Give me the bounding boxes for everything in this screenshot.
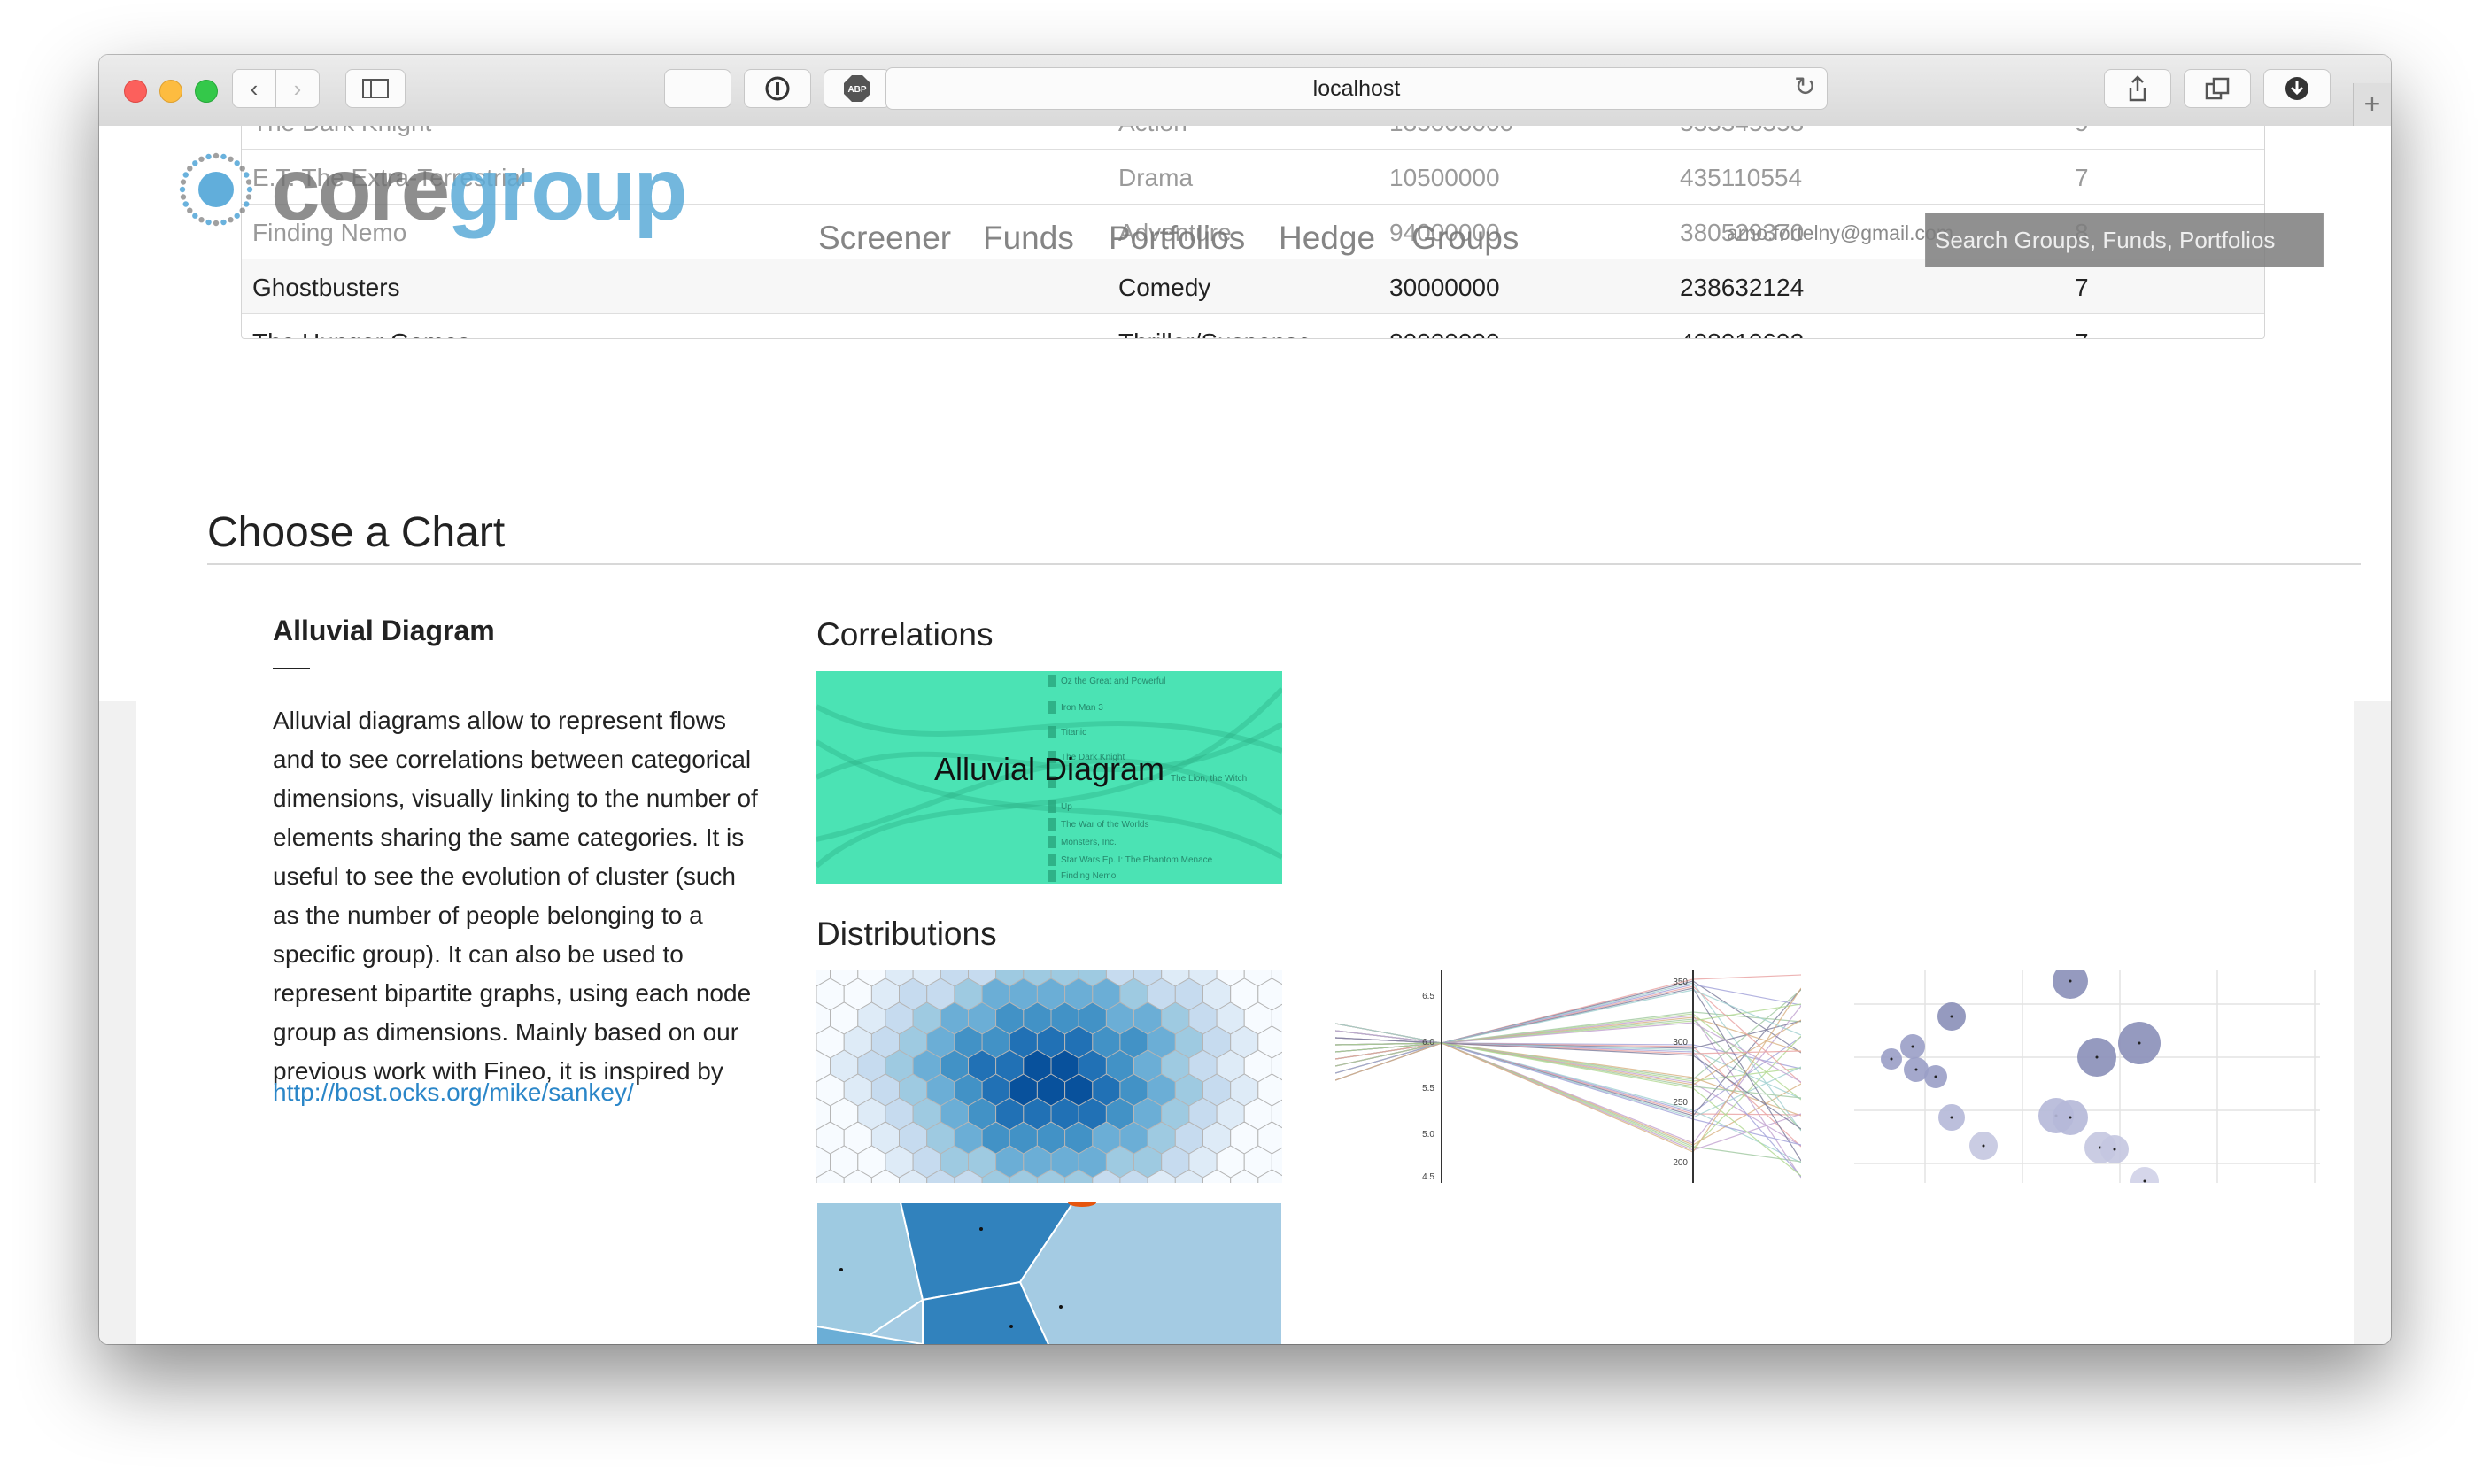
- axis-tick-label: 5.0: [1422, 1130, 1434, 1140]
- cell-rating: 7: [2075, 274, 2089, 301]
- nav-groups[interactable]: Groups: [1411, 220, 1519, 257]
- cell-budget: 30000000: [1389, 274, 1500, 301]
- section-divider: [207, 563, 2361, 565]
- chart-thumb-hexbin[interactable]: [816, 970, 1282, 1183]
- section-title: Choose a Chart: [207, 509, 506, 556]
- axis-tick-label: 200: [1673, 1158, 1688, 1168]
- sidebar-toggle-button[interactable]: [345, 69, 406, 108]
- brand-core-text: core: [271, 140, 450, 239]
- alluvial-thumb-label: Alluvial Diagram: [933, 751, 1165, 787]
- cell-genre: Drama: [1118, 164, 1194, 191]
- cell-budget: 185000000: [1389, 126, 1513, 137]
- user-email[interactable]: arno.fortelny@gmail.com: [1727, 221, 1953, 245]
- new-tab-button[interactable]: +: [2353, 83, 2391, 126]
- chevron-left-icon: ‹: [250, 74, 259, 102]
- share-button[interactable]: [2104, 69, 2171, 108]
- sankey-reference-link[interactable]: http://bost.ocks.org/mike/sankey/: [273, 1078, 634, 1107]
- address-bar[interactable]: localhost ↻: [885, 67, 1828, 110]
- axis-tick-label: 6.0: [1422, 1038, 1434, 1047]
- alluvial-legend-item: Titanic: [1061, 728, 1086, 738]
- bubble-thumbnail-graphic: [1854, 970, 2320, 1183]
- page-viewport: The Dark Knight Action 185000000 5333453…: [99, 126, 2391, 1344]
- plus-icon: +: [2363, 88, 2381, 120]
- brand-logo[interactable]: coregroup: [172, 145, 688, 234]
- axis-tick-label: 5.5: [1422, 1084, 1434, 1094]
- cell-genre: Comedy: [1118, 274, 1211, 301]
- axis-tick-label: 300: [1673, 1038, 1688, 1047]
- axis-tick-label: 250: [1673, 1098, 1688, 1108]
- brand-group-text: group: [447, 140, 687, 239]
- nav-funds[interactable]: Funds: [983, 220, 1074, 257]
- back-button[interactable]: ‹: [232, 69, 276, 108]
- cell-gross: 238632124: [1680, 274, 1805, 301]
- cell-title: Ghostbusters: [252, 274, 400, 301]
- alluvial-legend-item: Up: [1061, 802, 1072, 812]
- cell-title: The Dark Knight: [252, 126, 431, 137]
- alluvial-legend-item: Star Wars Ep. I: The Phantom Menace: [1061, 855, 1213, 865]
- page-content: The Dark Knight Action 185000000 5333453…: [136, 126, 2361, 1344]
- cell-budget: 80000000: [1389, 328, 1500, 338]
- adblock-extension-button[interactable]: ABP: [824, 69, 891, 108]
- nav-portfolios[interactable]: Portfolios: [1109, 220, 1245, 257]
- url-text: localhost: [1312, 76, 1401, 101]
- alluvial-legend-item: The War of the Worlds: [1061, 820, 1148, 830]
- minimize-window-button[interactable]: [159, 80, 182, 103]
- logo-ring-icon: [179, 152, 253, 227]
- svg-text:ABP: ABP: [847, 85, 866, 95]
- alluvial-legend-item: Oz the Great and Powerful: [1061, 676, 1165, 686]
- table-row[interactable]: The Hunger Games Thriller/Suspense 80000…: [242, 313, 2264, 338]
- download-icon: [2285, 77, 2308, 100]
- chart-thumb-bubble[interactable]: [1854, 970, 2320, 1183]
- axis-tick-label: 350: [1673, 978, 1688, 987]
- cell-rating: 7: [2075, 164, 2089, 191]
- cell-genre: Thriller/Suspense: [1118, 328, 1311, 338]
- sidebar-icon: [362, 79, 389, 98]
- adblock-icon: ABP: [844, 75, 870, 102]
- chart-thumb-parallel[interactable]: 6.5 6.0 5.5 5.0 4.5 350 300 250 200: [1335, 970, 1801, 1183]
- close-window-button[interactable]: [124, 80, 147, 103]
- brand-wordmark: coregroup: [271, 145, 688, 234]
- page-left-margin: [99, 126, 136, 701]
- cell-genre: Action: [1118, 126, 1187, 137]
- browser-window: ‹ › ABP localhost ↻ + E.T. The Extra-Ter…: [99, 55, 2391, 1344]
- chevron-right-icon: ›: [293, 74, 302, 102]
- title-underline: [273, 668, 310, 669]
- axis-tick-label: 6.5: [1422, 992, 1434, 1001]
- alluvial-legend-item: Iron Man 3: [1061, 703, 1103, 713]
- cell-gross: 408010692: [1680, 328, 1804, 338]
- category-correlations: Correlations: [816, 616, 994, 653]
- cell-rating: 7: [2075, 328, 2089, 338]
- cell-rating: 9: [2075, 126, 2089, 137]
- axis-tick-label: 4.5: [1422, 1172, 1434, 1182]
- alluvial-legend-item: Finding Nemo: [1061, 871, 1117, 881]
- browser-toolbar: ‹ › ABP localhost ↻ +: [99, 55, 2391, 127]
- category-distributions: Distributions: [816, 916, 997, 952]
- voronoi-thumbnail-graphic: [816, 1202, 1282, 1344]
- extension-blank-button[interactable]: [664, 69, 731, 108]
- share-icon: [2129, 75, 2146, 102]
- forward-button[interactable]: ›: [275, 69, 320, 108]
- nav-hedge[interactable]: Hedge: [1279, 220, 1375, 257]
- hexbin-thumbnail-graphic: [816, 970, 1282, 1183]
- selected-chart-title: Alluvial Diagram: [273, 614, 495, 646]
- password-icon: [765, 76, 790, 101]
- cell-budget: 10500000: [1389, 164, 1500, 191]
- tabs-icon: [2205, 77, 2230, 100]
- downloads-button[interactable]: [2263, 69, 2331, 108]
- selected-chart-description: Alluvial diagrams allow to represent flo…: [273, 707, 758, 1085]
- nav-screener[interactable]: Screener: [818, 220, 951, 257]
- chart-thumb-voronoi[interactable]: [816, 1202, 1282, 1344]
- password-extension-button[interactable]: [744, 69, 811, 108]
- page-right-margin: [2354, 126, 2391, 701]
- cell-gross: 435110554: [1680, 164, 1803, 191]
- reload-icon[interactable]: ↻: [1794, 68, 1816, 107]
- parallel-thumbnail-graphic: 6.5 6.0 5.5 5.0 4.5 350 300 250 200: [1335, 970, 1801, 1183]
- search-input[interactable]: [1925, 213, 2324, 267]
- tabs-overview-button[interactable]: [2184, 69, 2251, 108]
- cell-title: The Hunger Games: [252, 328, 470, 338]
- cell-gross: 533345358: [1680, 126, 1804, 137]
- alluvial-legend-item: Monsters, Inc.: [1061, 838, 1117, 847]
- zoom-window-button[interactable]: [195, 80, 218, 103]
- chart-thumb-alluvial[interactable]: Oz the Great and Powerful Iron Man 3 Tit…: [816, 671, 1282, 884]
